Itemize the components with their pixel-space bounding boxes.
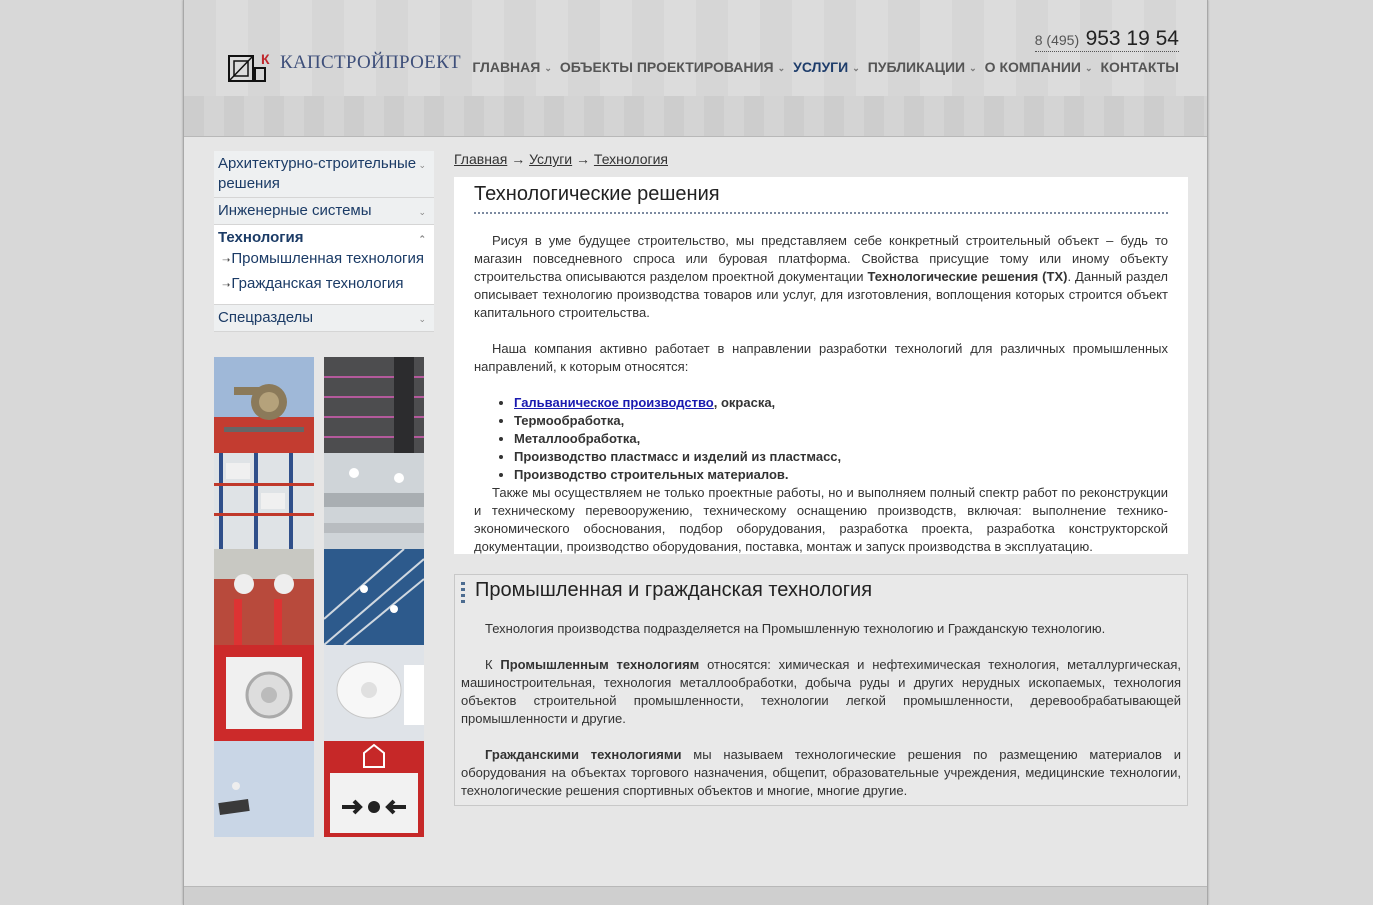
list-item: Металлообработка, xyxy=(514,430,1168,448)
sidebar-subitem-label: Промышленная технология xyxy=(231,250,425,267)
page-title: Технологические решения xyxy=(474,183,1168,214)
directions-paragraph: Наша компания активно работает в направл… xyxy=(474,341,1168,374)
sidebar-subitem-civil[interactable]: ➝Гражданская технология xyxy=(222,273,430,298)
sidebar-item-technology[interactable]: Технология ⌃ xyxy=(214,225,434,248)
phone: 8 (495) 953 19 54 xyxy=(1034,27,1179,52)
nav-item-contacts[interactable]: КОНТАКТЫ xyxy=(1101,59,1179,75)
chevron-down-icon: ⌄ xyxy=(418,314,426,324)
arrow-right-icon: ➝ xyxy=(222,255,231,266)
nav-item-services[interactable]: УСЛУГИ ⌄ xyxy=(793,59,860,75)
article-card: Технологические решения Рисуя в уме буду… xyxy=(454,177,1188,554)
section-paragraph: Технология производства подразделяется н… xyxy=(485,621,1106,636)
nav-label: УСЛУГИ xyxy=(793,59,849,75)
roof-photo xyxy=(324,549,424,645)
nav-item-home[interactable]: ГЛАВНАЯ ⌄ xyxy=(472,59,551,75)
nav-label: ПУБЛИКАЦИИ xyxy=(867,59,966,75)
list-item: Производство пластмасс и изделий из плас… xyxy=(514,448,1168,466)
industrial-bold: Промышленным технологиям xyxy=(500,657,700,672)
ventilation-photo xyxy=(324,453,424,549)
breadcrumb-services-link[interactable]: Услуги xyxy=(529,151,572,167)
sidebar-subitem-industrial[interactable]: ➝Промышленная технология xyxy=(222,248,430,273)
svg-text:К: К xyxy=(261,51,270,67)
nav-label: ОБЪЕКТЫ ПРОЕКТИРОВАНИЯ xyxy=(559,59,774,75)
sidebar-submenu: ➝Промышленная технология ➝Гражданская те… xyxy=(214,248,434,305)
breadcrumb-separator: → xyxy=(576,151,591,167)
page-container: К КАПСТРОЙПРОЕКТ 8 (495) 953 19 54 ГЛАВН… xyxy=(183,0,1208,905)
main-nav: ГЛАВНАЯ ⌄ ОБЪЕКТЫ ПРОЕКТИРОВАНИЯ ⌄ УСЛУГИ ⌄… xyxy=(464,59,1179,75)
chevron-down-icon: ⌄ xyxy=(418,160,426,170)
sidebar-item-label: Инженерные системы xyxy=(218,202,372,219)
fire-alarm-photo xyxy=(324,741,424,837)
sidebar-item-special[interactable]: Спецразделы ⌄ xyxy=(214,305,434,332)
nav-label: КОНТАКТЫ xyxy=(1100,59,1179,75)
sidebar-item-architecture[interactable]: Архитектурно-строительные решения ⌄ xyxy=(214,151,434,198)
logo[interactable]: К КАПСТРОЙПРОЕКТ xyxy=(228,48,468,82)
fire-pump-photo xyxy=(214,549,314,645)
chevron-down-icon: ⌄ xyxy=(544,62,552,73)
industrial-pre: К xyxy=(485,657,501,672)
breadcrumb-current-link[interactable]: Технология xyxy=(594,151,668,167)
intro-bold: Технологические решения (ТХ) xyxy=(867,269,1068,284)
footer-strip xyxy=(184,886,1207,905)
list-item: Термообработка, xyxy=(514,412,1168,430)
sidebar-item-label: Спецразделы xyxy=(218,309,314,326)
nav-label: ГЛАВНАЯ xyxy=(472,59,541,75)
nav-item-objects[interactable]: ОБЪЕКТЫ ПРОЕКТИРОВАНИЯ ⌄ xyxy=(560,59,785,75)
technology-section: Промышленная и гражданская технология Те… xyxy=(454,574,1188,806)
breadcrumb-separator: → xyxy=(511,151,526,167)
services-paragraph: Также мы осуществляем не только проектны… xyxy=(474,485,1168,554)
breadcrumb: Главная → Услуги → Технология xyxy=(454,151,1188,167)
logo-mark-icon: К xyxy=(228,51,270,82)
list-item: Гальваническое производство, окраска, xyxy=(514,394,1168,412)
sky-sign-photo xyxy=(214,741,314,837)
chevron-down-icon: ⌄ xyxy=(969,62,977,73)
building-photo xyxy=(324,357,424,453)
directions-list: Гальваническое производство, окраска, Те… xyxy=(494,394,1168,484)
intro-paragraph: Рисуя в уме будущее строительство, мы пр… xyxy=(474,232,1168,322)
sidebar-item-label: Архитектурно-строительные решения xyxy=(218,155,417,192)
sidebar-item-engineering[interactable]: Инженерные системы ⌄ xyxy=(214,198,434,225)
chevron-down-icon: ⌄ xyxy=(777,62,786,73)
valve-photo xyxy=(214,357,314,453)
phone-number: 953 19 54 xyxy=(1085,27,1179,50)
list-item: Производство строительных материалов. xyxy=(514,466,1168,484)
section-title: Промышленная и гражданская технология xyxy=(475,579,873,601)
logo-text: КАПСТРОЙПРОЕКТ xyxy=(280,52,461,73)
nav-item-publications[interactable]: ПУБЛИКАЦИИ ⌄ xyxy=(868,59,977,75)
phone-code: 8 (495) xyxy=(1034,32,1080,48)
chevron-up-icon: ⌃ xyxy=(418,234,426,244)
smoke-detector-photo xyxy=(324,645,424,741)
site-header: К КАПСТРОЙПРОЕКТ 8 (495) 953 19 54 ГЛАВН… xyxy=(184,0,1207,137)
nav-item-about[interactable]: О КОМПАНИИ ⌄ xyxy=(985,59,1093,75)
sidebar-menu: Архитектурно-строительные решения ⌄ Инже… xyxy=(214,151,434,332)
galvanic-link[interactable]: Гальваническое производство xyxy=(514,395,714,410)
sidebar-subitem-label: Гражданская технология xyxy=(231,275,404,292)
civil-bold: Гражданскими технологиями xyxy=(485,747,682,762)
warehouse-photo xyxy=(214,453,314,549)
civil-paragraph: Гражданскими технологиями мы называем те… xyxy=(461,746,1181,800)
breadcrumb-home-link[interactable]: Главная xyxy=(454,151,507,167)
main-content: Главная → Услуги → Технология Технологич… xyxy=(454,151,1188,806)
arrow-right-icon: ➝ xyxy=(222,280,231,291)
industrial-paragraph: К Промышленным технологиям относятся: хи… xyxy=(461,656,1181,728)
chevron-down-icon: ⌄ xyxy=(1084,62,1093,73)
list-item-text: , окраска, xyxy=(713,395,776,410)
nav-label: О КОМПАНИИ xyxy=(984,59,1081,75)
photo-gallery xyxy=(214,357,424,837)
chevron-down-icon: ⌄ xyxy=(852,62,860,73)
chevron-down-icon: ⌄ xyxy=(418,207,426,217)
dots-decoration-icon xyxy=(461,582,465,606)
fire-hose-photo xyxy=(214,645,314,741)
sidebar-item-label: Технология xyxy=(218,229,304,246)
